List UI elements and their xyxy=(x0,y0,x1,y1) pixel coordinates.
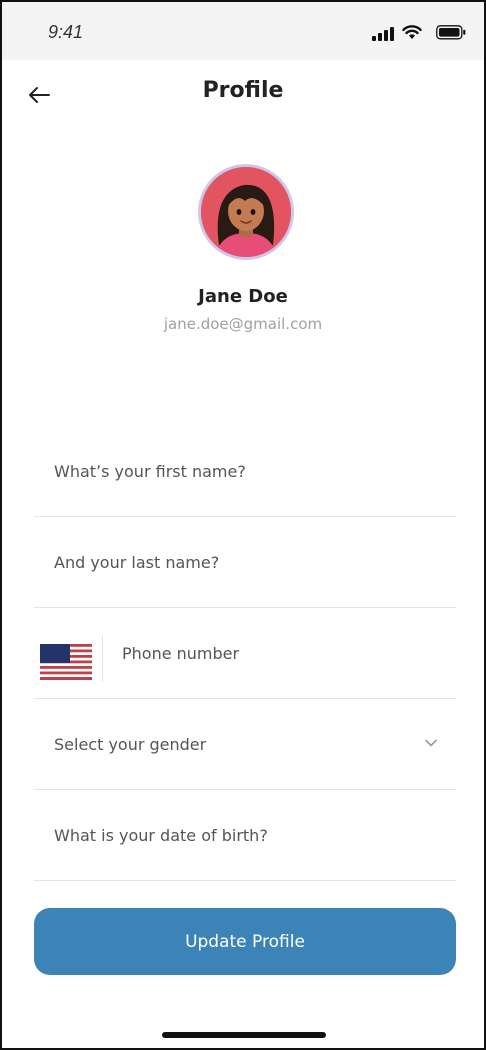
dob-field xyxy=(34,791,456,881)
last-name-field xyxy=(34,518,456,608)
wifi-icon xyxy=(402,25,422,39)
battery-icon xyxy=(436,25,466,40)
gender-select[interactable]: Select your gender xyxy=(34,700,456,790)
signal-icon xyxy=(372,27,394,41)
user-name: Jane Doe xyxy=(198,286,288,307)
last-name-input[interactable] xyxy=(54,518,434,607)
phone-divider xyxy=(102,636,103,682)
phone-input[interactable] xyxy=(122,609,442,698)
home-indicator xyxy=(162,1032,326,1038)
status-time: 9:41 xyxy=(48,22,84,42)
page-title: Profile xyxy=(202,78,284,103)
phone-field xyxy=(34,609,456,699)
phone-screen: 9:41 Profile Jane Doe jane.doe@gmail.com… xyxy=(0,0,486,1050)
status-bar: 9:41 xyxy=(2,2,484,60)
avatar[interactable] xyxy=(198,164,294,260)
first-name-input[interactable] xyxy=(54,427,434,516)
user-email: jane.doe@gmail.com xyxy=(163,315,323,333)
us-flag-icon[interactable] xyxy=(40,644,92,680)
chevron-down-icon xyxy=(425,739,437,747)
gender-select-label: Select your gender xyxy=(54,735,207,754)
first-name-field xyxy=(34,427,456,517)
update-profile-button[interactable]: Update Profile xyxy=(34,908,456,975)
avatar-illustration xyxy=(201,167,291,257)
dob-input[interactable] xyxy=(54,791,434,880)
